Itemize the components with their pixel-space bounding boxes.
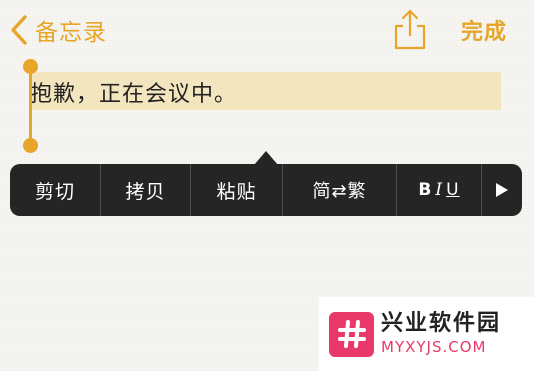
edit-menu-pointer xyxy=(254,151,278,165)
note-text[interactable]: 抱歉，正在会议中。 xyxy=(30,76,237,108)
underline-label: U xyxy=(446,180,460,200)
back-button-label: 备忘录 xyxy=(35,20,107,46)
selection-end-handle[interactable] xyxy=(23,138,38,153)
copy-button[interactable]: 拷贝 xyxy=(101,164,191,216)
watermark-domain: MYXYJS.COM xyxy=(381,338,487,356)
watermark-name: 兴业软件园 xyxy=(381,311,502,336)
watermark: 兴业软件园 MYXYJS.COM xyxy=(319,297,534,371)
more-options-button[interactable] xyxy=(482,164,522,216)
hash-icon xyxy=(329,311,374,357)
chevron-left-icon xyxy=(11,15,27,45)
back-button[interactable]: 备忘录 xyxy=(8,12,107,48)
paste-button[interactable]: 粘贴 xyxy=(191,164,283,216)
cut-button[interactable]: 剪切 xyxy=(10,164,101,216)
share-button[interactable] xyxy=(393,8,427,50)
cut-button-label: 剪切 xyxy=(34,180,75,203)
copy-button-label: 拷贝 xyxy=(125,180,166,203)
simplified-traditional-convert-button[interactable]: 简⇄繁 xyxy=(283,164,397,216)
text-format-button[interactable]: B I U xyxy=(397,164,482,216)
paste-button-label: 粘贴 xyxy=(216,180,257,203)
share-icon xyxy=(394,9,426,50)
convert-button-label: 简⇄繁 xyxy=(312,181,367,202)
navigation-bar: 备忘录 完成 xyxy=(0,0,534,62)
edit-menu: 剪切 拷贝 粘贴 简⇄繁 B I U xyxy=(10,164,522,216)
selection-cursor-line xyxy=(29,68,32,148)
play-icon xyxy=(496,183,508,197)
italic-label: I xyxy=(435,180,444,200)
bold-label: B xyxy=(418,180,433,200)
done-button[interactable]: 完成 xyxy=(461,14,507,46)
